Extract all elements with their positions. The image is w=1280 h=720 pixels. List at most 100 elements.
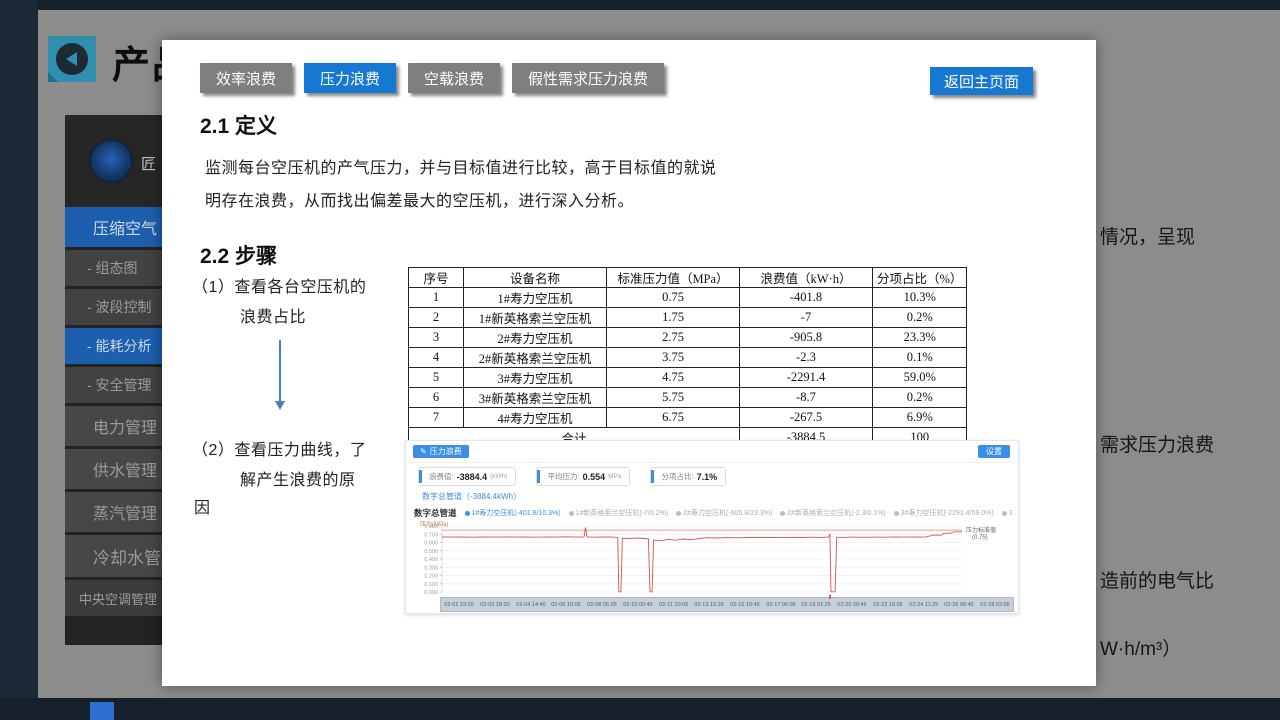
table-cell: 0.75 [607,288,740,308]
legend-title: 数字总管道 [414,507,457,519]
table-cell: 4#寿力空压机 [464,408,607,428]
legend-item-5[interactable]: 3#新英格索兰空压机(-8.7/0.2%) [1002,508,1012,518]
waste-detail-panel: 效率浪费压力浪费空载浪费假性需求压力浪费 返回主页面 2.1 定义 监测每台空压… [162,40,1096,686]
svg-text:(0.75): (0.75) [972,535,988,541]
table-cell: 2#新英格索兰空压机 [464,348,607,368]
tab-1[interactable]: 压力浪费 [304,63,396,93]
step2-line1: （2）查看压力曲线，了 [192,436,366,460]
table-cell: 0.2% [873,388,967,408]
y-axis-label: 压力(MPa) [420,519,448,528]
table-header-row: 序号设备名称标准压力值（MPa）浪费值（kW·h）分项占比（%） [409,268,967,288]
table-cell: 1#新英格索兰空压机 [464,308,607,328]
stat-box-2: 分项占比:7.1% [650,467,726,486]
definition-heading: 2.1 定义 [200,110,277,140]
sidebar-item-7[interactable]: 蒸汽管理 [65,492,162,532]
svg-text:0.300: 0.300 [424,565,438,571]
step1-line1: （1）查看各台空压机的 [192,273,366,297]
legend-item-0[interactable]: 1#寿力空压机(-401.8/10.3%) [465,508,561,518]
table-cell: 0.1% [873,348,967,368]
table-cell: 3#寿力空压机 [464,368,607,388]
stat-box-0: 浪费值:-3884.4(kWh) [418,467,516,486]
background-text-1: 情况，呈现 [1100,222,1195,249]
waste-tabs: 效率浪费压力浪费空载浪费假性需求压力浪费 [200,63,664,93]
screen: 产品 匠 压缩空气- 组态图- 波段控制- 能耗分析- 安全管理电力管理供水管理… [0,0,1280,720]
table-cell: 6.75 [607,408,740,428]
legend-dot-icon [676,511,681,516]
sidebar-item-3[interactable]: - 能耗分析 [65,328,162,364]
legend-item-4[interactable]: 3#寿力空压机(-2291.4/59.0%) [894,508,994,518]
table-row: 63#新英格索兰空压机5.75-8.70.2% [409,388,967,408]
sidebar-item-6[interactable]: 供水管理 [65,449,162,489]
table-row: 21#新英格索兰空压机1.75-70.2% [409,308,967,328]
x-axis-scrollbar[interactable]: 02-01 19:2002-02 18:2002-04 14:4002-06 1… [440,597,1014,612]
table-cell: 0.2% [873,308,967,328]
sidebar-item-9[interactable]: 中央空调管理 [65,580,162,616]
brand-logo-icon [91,141,131,181]
tab-2[interactable]: 空载浪费 [408,63,500,93]
step2-line3: 因 [194,494,211,518]
table-row: 11#寿力空压机0.75-401.810.3% [409,288,967,308]
svg-text:0.000: 0.000 [424,590,438,596]
stats-row: 浪费值:-3884.4(kWh) 平均压力:0.554MPa 分项占比:7.1% [418,467,726,486]
screenshot-header: ✎ 压力浪费 设置 [406,441,1018,463]
table-cell: 2.75 [607,328,740,348]
legend-dot-icon [894,511,899,516]
table-cell: 1.75 [607,308,740,328]
legend-item-2[interactable]: 2#寿力空压机(-905.8/23.3%) [676,508,772,518]
step2-line2: 解产生浪费的原 [240,466,356,490]
stat-box-1: 平均压力:0.554MPa [536,467,630,486]
background-text-3: 造前的电气比 [1100,566,1214,593]
sidebar-item-1[interactable]: - 组态图 [65,250,162,286]
bottom-accent [90,702,114,720]
legend-item-3[interactable]: 2#新英格索兰空压机(-2.3/0.1%) [780,508,885,518]
table-cell: 10.3% [873,288,967,308]
legend-dot-icon [780,511,785,516]
sidebar-item-4[interactable]: - 安全管理 [65,367,162,403]
pressure-line-chart: 0.8000.7000.6000.5000.4000.3000.2000.100… [406,521,1018,597]
column-header: 标准压力值（MPa） [607,268,740,288]
svg-text:0.400: 0.400 [424,557,438,563]
svg-text:0.500: 0.500 [424,549,438,555]
sidebar-item-2[interactable]: - 波段控制 [65,289,162,325]
pressure-waste-screenshot: ✎ 压力浪费 设置 浪费值:-3884.4(kWh) 平均压力:0.554MPa 分… [405,440,1019,614]
pipeline-link[interactable]: 数字总管道（-3884.4kWh） [422,491,521,502]
sidebar-item-5[interactable]: 电力管理 [65,406,162,446]
table-cell: -2.3 [740,348,873,368]
sidebar-item-0[interactable]: 压缩空气 [65,207,162,247]
definition-body: 监测每台空压机的产气压力，并与目标值进行比较，高于目标值的就说 明存在浪费，从而… [205,152,725,218]
table-cell: 2#寿力空压机 [464,328,607,348]
step1-line2: 浪费占比 [240,303,306,327]
table-cell: 2 [409,308,464,328]
settings-button[interactable]: 设置 [978,445,1010,458]
sidebar-header: 匠 [65,115,162,207]
table-cell: 6 [409,388,464,408]
table-cell: 7 [409,408,464,428]
pressure-waste-badge: ✎ 压力浪费 [413,445,469,458]
legend-items: 1#寿力空压机(-401.8/10.3%) 1#新英格索兰空压机(-7/0.2%)… [465,508,1012,518]
table-cell: 3.75 [607,348,740,368]
table-cell: 23.3% [873,328,967,348]
table-cell: -2291.4 [740,368,873,388]
steps-heading: 2.2 步骤 [200,240,277,270]
svg-text:0.100: 0.100 [424,582,438,588]
back-arrow-icon [56,43,88,75]
return-home-button[interactable]: 返回主页面 [930,67,1033,95]
sidebar: 匠 压缩空气- 组态图- 波段控制- 能耗分析- 安全管理电力管理供水管理蒸汽管… [65,115,162,645]
table-cell: 3 [409,328,464,348]
sidebar-item-8[interactable]: 冷却水管理 [65,535,162,577]
down-arrow-icon [279,340,281,402]
top-frame-bar [0,0,1280,10]
legend-dot-icon [465,511,470,516]
definition-line-2: 明存在浪费，从而找出偏差最大的空压机，进行深入分析。 [205,185,725,218]
tab-0[interactable]: 效率浪费 [200,63,292,93]
table-row: 42#新英格索兰空压机3.75-2.30.1% [409,348,967,368]
definition-line-1: 监测每台空压机的产气压力，并与目标值进行比较，高于目标值的就说 [205,152,725,185]
pencil-icon: ✎ [420,447,427,456]
column-header: 浪费值（kW·h） [740,268,873,288]
spike-marker [829,595,831,599]
table-cell: 6.9% [873,408,967,428]
table-cell: -8.7 [740,388,873,408]
legend-item-1[interactable]: 1#新英格索兰空压机(-7/0.2%) [569,508,669,518]
table-cell: 1 [409,288,464,308]
tab-3[interactable]: 假性需求压力浪费 [512,63,664,93]
